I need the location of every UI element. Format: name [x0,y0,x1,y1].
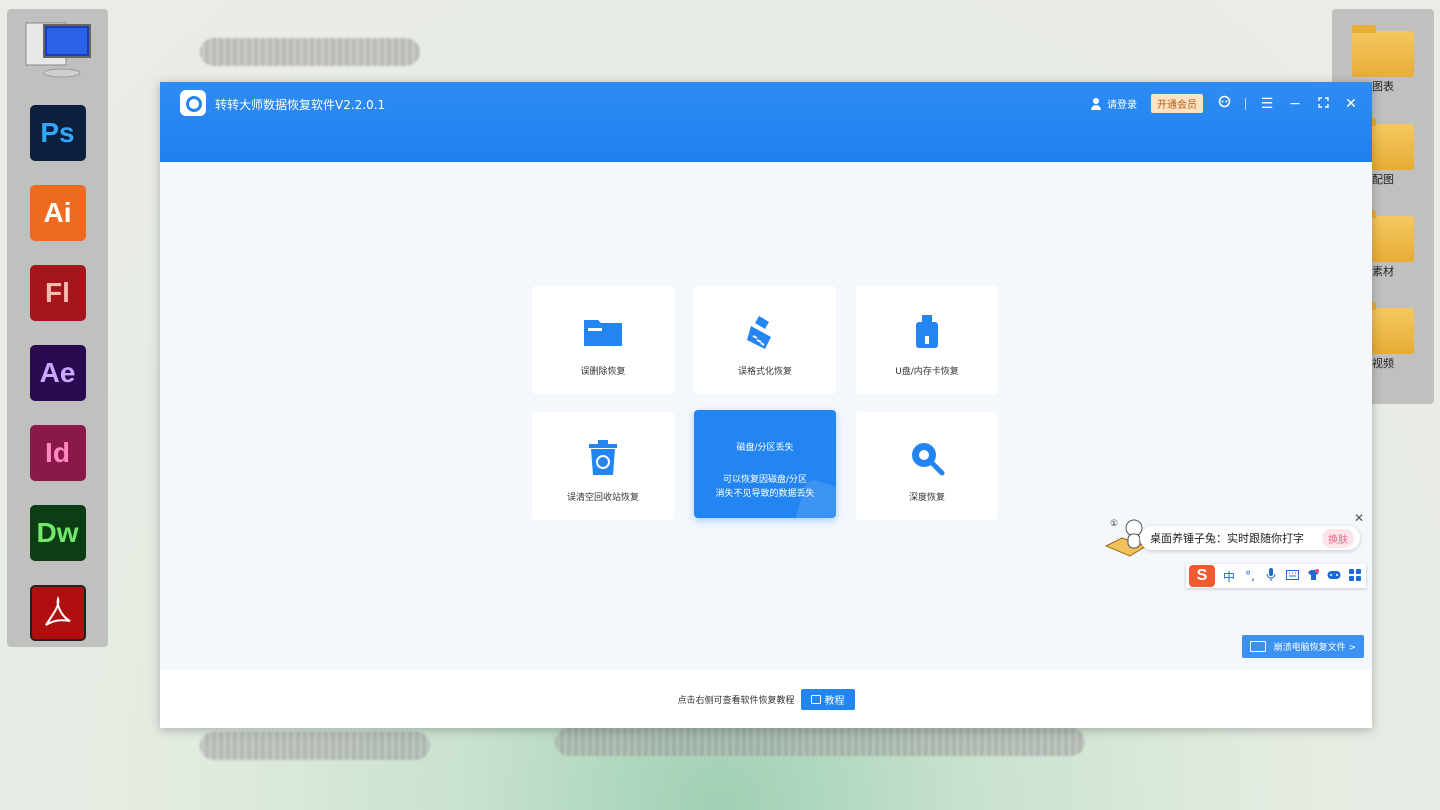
close-icon[interactable]: ✕ [1344,96,1358,112]
ime-promo-text: 桌面养锤子兔：实时跟随你打字 [1150,532,1304,545]
app-label: Dw [36,517,79,548]
flash-icon[interactable]: Fl [29,265,86,321]
title-bar: 转转大师数据恢复软件V2.2.0.1 请登录 开通会员 ☰ − ✕ [160,82,1372,162]
window-title: 转转大师数据恢复软件V2.2.0.1 [215,98,386,112]
sogou-logo-icon[interactable]: S [1189,565,1215,587]
folder-icon[interactable] [1352,25,1414,77]
card-label: 深度恢复 [908,493,945,503]
microphone-icon[interactable] [1264,568,1278,584]
card-partition-recovery[interactable]: 磁盘/分区丢失 可以恢复因磁盘/分区 消失不见导致的数据丢失 [694,410,836,518]
folder-label: 图表 [1372,80,1394,93]
card-label: 误清空回收站恢复 [566,493,639,503]
card-label: U盘/内存卡恢复 [895,367,959,377]
card-recycle-bin-recovery[interactable]: 误清空回收站恢复 [532,412,674,520]
folder-label: 素材 [1372,265,1394,278]
keyboard-icon[interactable] [1285,569,1299,583]
login-button[interactable]: 请登录 [1090,96,1137,111]
app-label: Ps [40,117,75,148]
ime-badge-number: ① [1110,519,1118,529]
footer-bar: 点击右侧可查看软件恢复教程 教程 [160,670,1372,728]
broom-icon [745,312,785,352]
tutorial-label: 教程 [824,695,845,707]
skin-button[interactable]: 换肤 [1322,528,1354,548]
desktop-blur [555,728,1085,756]
title-bar-actions: 请登录 开通会员 ☰ − ✕ [1090,94,1358,113]
ime-promo-bubble[interactable]: 桌面养锤子兔：实时跟随你打字 换肤 [1140,526,1360,550]
photoshop-icon[interactable]: Ps [29,105,86,161]
desktop-left-dock: Ps Ai Fl Ae Id Dw [7,9,108,647]
desktop-blur [200,732,430,760]
dreamweaver-icon[interactable]: Dw [29,505,86,561]
desktop-blur [200,38,420,66]
menu-icon[interactable]: ☰ [1260,96,1274,112]
illustrator-icon[interactable]: Ai [29,185,86,241]
after-effects-icon[interactable]: Ae [29,345,86,401]
card-deep-recovery[interactable]: 深度恢复 [856,412,998,520]
ime-toolbar: S 中 °, [1186,564,1366,588]
card-label: 误删除恢复 [580,367,626,377]
card-usb-recovery[interactable]: U盘/内存卡恢复 [856,286,998,394]
app-label: Id [45,437,70,468]
vip-button[interactable]: 开通会员 [1151,94,1203,113]
card-format-recovery[interactable]: 误格式化恢复 [694,286,836,394]
crash-recover-button[interactable]: 崩溃电脑恢复文件 > [1241,635,1364,658]
user-icon [1090,97,1102,110]
app-label: Ai [43,197,72,228]
usb-drive-icon [913,312,941,352]
maximize-icon[interactable] [1316,96,1330,112]
close-icon[interactable]: ✕ [1354,511,1364,525]
acrobat-icon[interactable] [29,585,86,641]
folder-label: 视频 [1372,357,1394,370]
indesign-icon[interactable]: Id [29,425,86,481]
app-window: 转转大师数据恢复软件V2.2.0.1 请登录 开通会员 ☰ − ✕ 误删除恢复 [160,82,1372,728]
card-label: 误格式化恢复 [737,367,792,377]
book-icon [810,694,821,704]
card-description: 可以恢复因磁盘/分区 消失不见导致的数据丢失 [715,473,814,501]
skin-shirt-icon[interactable] [1306,568,1320,584]
divider [1245,97,1246,110]
card-description-line: 可以恢复因磁盘/分区 [722,475,808,485]
card-description-line: 消失不见导致的数据丢失 [715,489,815,499]
recovery-mode-grid: 误删除恢复 误格式化恢复 U盘/内存卡恢复 误清空回收站恢复 磁盘/分区丢失 可… [532,286,998,522]
footer-hint: 点击右侧可查看软件恢复教程 [677,695,795,706]
recycle-bin-icon [588,438,618,478]
crash-recover-label: 崩溃电脑恢复文件 > [1273,643,1356,653]
tutorial-button[interactable]: 教程 [800,688,855,710]
support-icon[interactable] [1217,95,1231,112]
app-logo-icon [180,90,206,116]
folder-icon [583,312,623,352]
magnifier-icon [909,438,945,478]
gamepad-icon[interactable] [1327,569,1341,583]
minimize-icon[interactable]: − [1288,96,1302,112]
ime-mode-chinese[interactable]: 中 [1222,568,1236,585]
apps-grid-icon[interactable] [1348,568,1362,584]
ime-punctuation[interactable]: °, [1243,569,1257,583]
card-deleted-recovery[interactable]: 误删除恢复 [532,286,674,394]
login-label: 请登录 [1107,100,1137,111]
monitor-icon [1249,641,1266,652]
computer-icon[interactable] [22,17,94,81]
card-label: 磁盘/分区丢失 [736,443,794,453]
app-label: Fl [45,277,70,308]
app-label: Ae [39,357,76,388]
folder-label: 配图 [1372,173,1394,186]
